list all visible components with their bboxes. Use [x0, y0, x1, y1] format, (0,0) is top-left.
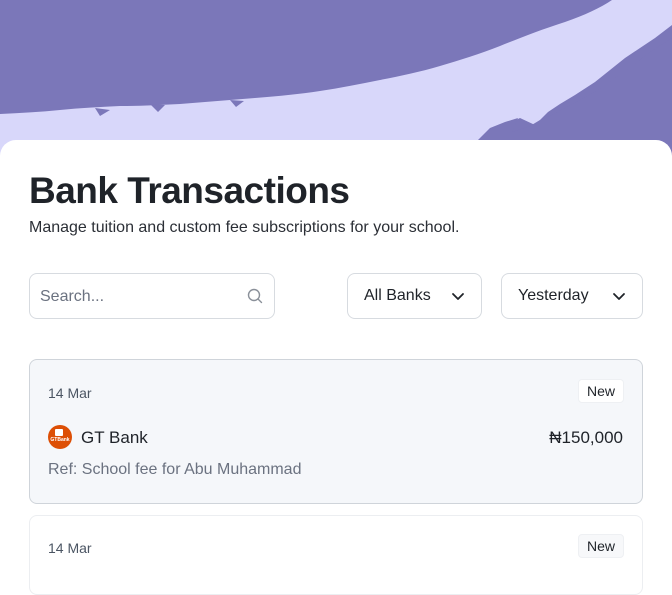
status-badge: New: [577, 534, 624, 558]
search-box[interactable]: [29, 273, 275, 320]
bank-name: GT Bank: [81, 428, 148, 447]
page-title: Bank Transactions: [29, 170, 350, 211]
status-badge: New: [577, 379, 624, 403]
transaction-card[interactable]: 14 Mar New GTBank GT Bank ₦150,000 Ref: …: [29, 359, 643, 504]
date-filter-label: Yesterday: [518, 287, 589, 304]
transaction-date: 14 Mar: [48, 540, 92, 556]
transaction-reference: Ref: School fee for Abu Muhammad: [48, 461, 302, 478]
date-filter-dropdown[interactable]: Yesterday: [501, 273, 643, 319]
chevron-down-icon: [452, 293, 464, 300]
header-banner: [0, 0, 672, 160]
transaction-card[interactable]: 14 Mar New: [29, 515, 643, 595]
chevron-down-icon: [613, 293, 625, 300]
search-input[interactable]: [38, 274, 242, 320]
transaction-amount: ₦150,000: [549, 428, 623, 447]
transaction-date: 14 Mar: [48, 385, 92, 401]
bank-filter-dropdown[interactable]: All Banks: [347, 273, 482, 319]
bank-filter-label: All Banks: [364, 287, 431, 304]
search-icon[interactable]: [247, 288, 263, 304]
gtbank-logo-icon: GTBank: [48, 425, 72, 449]
page-subtitle: Manage tuition and custom fee subscripti…: [29, 219, 460, 236]
